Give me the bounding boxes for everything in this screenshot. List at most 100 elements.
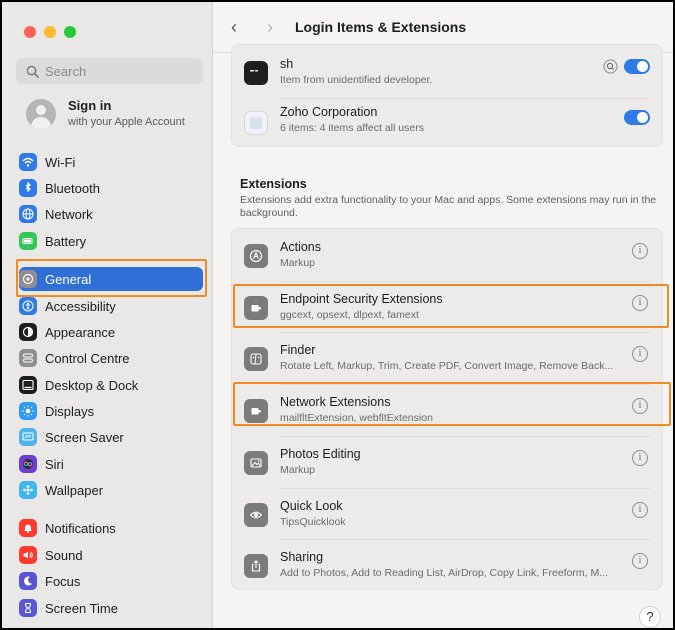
- zoom-window-button[interactable]: [64, 26, 76, 38]
- apple-account-signin[interactable]: Sign in with your Apple Account: [26, 98, 185, 130]
- search-input[interactable]: Search: [16, 58, 203, 84]
- extension-detail: Markup: [280, 257, 316, 269]
- control-centre-icon: [19, 349, 37, 367]
- zoho-app-icon: [244, 111, 268, 135]
- sun-icon: [19, 402, 37, 420]
- extension-name: Endpoint Security Extensions: [280, 291, 443, 306]
- sidebar-item-label: Accessibility: [45, 298, 116, 314]
- screen-saver-icon: [19, 428, 37, 446]
- forward-button[interactable]: ›: [267, 17, 273, 38]
- globe-icon: [19, 205, 37, 223]
- item-detail: Item from unidentified developer.: [280, 74, 433, 86]
- photos-icon: [244, 450, 268, 475]
- sidebar-item-accessibility[interactable]: Accessibility: [19, 294, 203, 318]
- close-window-button[interactable]: [24, 26, 36, 38]
- share-icon: [244, 554, 268, 579]
- terminal-icon: [244, 61, 268, 85]
- sidebar-item-appearance[interactable]: Appearance: [19, 320, 203, 344]
- info-icon[interactable]: i: [632, 501, 648, 518]
- item-detail: 6 items: 4 items affect all users: [280, 122, 424, 134]
- extension-detail: mailfltExtension, webfltExtension: [280, 412, 433, 425]
- main-pane: ‹ › Login Items & Extensions sh Item fro…: [213, 2, 673, 628]
- extension-row-photos-editing: Photos Editing Markup i: [232, 437, 662, 489]
- info-icon[interactable]: i: [632, 294, 648, 311]
- extension-icon: [244, 295, 268, 320]
- help-button[interactable]: ?: [639, 606, 661, 628]
- sidebar-item-label: Battery: [45, 233, 87, 249]
- login-item-toggle[interactable]: [624, 110, 650, 125]
- sidebar-item-network[interactable]: Network: [19, 202, 203, 226]
- sidebar-item-label: Desktop & Dock: [45, 377, 139, 393]
- sidebar-item-sound[interactable]: Sound: [19, 543, 203, 567]
- gear-icon: [19, 270, 37, 288]
- extension-name: Network Extensions: [280, 395, 391, 410]
- sidebar-item-label: Siri: [45, 456, 64, 472]
- sidebar-item-screen-saver[interactable]: Screen Saver: [19, 425, 203, 449]
- sidebar-item-label: Control Centre: [45, 350, 130, 366]
- extensions-section-description: Extensions add extra functionality to yo…: [240, 194, 657, 219]
- extension-name: Photos Editing: [280, 446, 361, 461]
- extension-detail: TipsQuicklook: [280, 515, 346, 528]
- extension-detail: Markup: [280, 463, 316, 476]
- search-placeholder: Search: [45, 63, 87, 79]
- list-item: Zoho Corporation 6 items: 4 items affect…: [232, 99, 662, 151]
- actions-icon: [244, 244, 268, 268]
- extensions-group: Actions Markup i Endpoint Security Extensio…: [231, 228, 663, 590]
- account-subtitle: with your Apple Account: [68, 116, 185, 128]
- extension-row-sharing: Sharing Add to Photos, Add to Reading Lis…: [232, 540, 662, 592]
- page-title: Login Items & Extensions: [295, 19, 467, 35]
- info-icon[interactable]: i: [632, 553, 648, 570]
- item-name: sh: [280, 57, 294, 71]
- login-item-toggle[interactable]: [624, 59, 650, 74]
- sidebar-item-label: Sound: [45, 547, 83, 563]
- sidebar-item-label: Notifications: [45, 520, 116, 536]
- sidebar-item-label: General: [45, 271, 92, 287]
- extension-name: Actions: [280, 240, 321, 254]
- sidebar-item-bluetooth[interactable]: Bluetooth: [19, 176, 203, 200]
- account-name: Sign in: [68, 98, 112, 113]
- sidebar-item-general[interactable]: General: [19, 267, 203, 291]
- sidebar-item-desktop-dock[interactable]: Desktop & Dock: [19, 373, 203, 397]
- info-icon[interactable]: i: [632, 398, 648, 415]
- minimize-window-button[interactable]: [44, 26, 56, 38]
- eye-icon: [244, 502, 268, 527]
- hourglass-icon: [19, 599, 37, 617]
- moon-icon: [19, 572, 37, 590]
- extension-row-actions: Actions Markup i: [232, 230, 662, 282]
- back-button[interactable]: ‹: [231, 17, 237, 38]
- sidebar-item-label: Focus: [45, 573, 81, 589]
- sidebar-item-focus[interactable]: Focus: [19, 569, 203, 593]
- sidebar-item-wallpaper[interactable]: Wallpaper: [19, 478, 203, 502]
- sidebar-item-screen-time[interactable]: Screen Time: [19, 596, 203, 620]
- extension-icon: [244, 399, 268, 424]
- info-icon[interactable]: i: [632, 346, 648, 363]
- sidebar-item-wi-fi[interactable]: Wi-Fi: [19, 150, 203, 174]
- finder-icon: [244, 347, 268, 372]
- sidebar-item-label: Network: [45, 206, 93, 222]
- info-icon[interactable]: i: [632, 449, 648, 466]
- info-icon[interactable]: i: [632, 243, 648, 259]
- extension-name: Quick Look: [280, 498, 343, 513]
- extension-detail: Rotate Left, Markup, Trim, Create PDF, C…: [280, 360, 614, 373]
- list-item: sh Item from unidentified developer.: [232, 47, 662, 99]
- sidebar: Search Sign in with your Apple Account W…: [2, 2, 213, 628]
- avatar: [26, 99, 56, 129]
- sidebar-item-label: Wi-Fi: [45, 154, 76, 170]
- extension-name: Finder: [280, 343, 316, 358]
- sidebar-item-battery[interactable]: Battery: [19, 229, 203, 253]
- extension-row-quick-look: Quick Look TipsQuicklook i: [232, 489, 662, 541]
- sidebar-item-label: Displays: [45, 403, 95, 419]
- search-icon: [26, 65, 39, 78]
- sidebar-item-label: Wallpaper: [45, 482, 104, 498]
- wifi-icon: [19, 153, 37, 171]
- sidebar-item-displays[interactable]: Displays: [19, 399, 203, 423]
- sidebar-item-control-centre[interactable]: Control Centre: [19, 346, 203, 370]
- speaker-icon: [19, 546, 37, 564]
- sidebar-item-notifications[interactable]: Notifications: [19, 516, 203, 540]
- dock-icon: [19, 376, 37, 394]
- extensions-section-title: Extensions: [240, 177, 307, 191]
- window-controls: [24, 26, 76, 38]
- magnify-info-icon[interactable]: [603, 59, 618, 74]
- extension-detail: Add to Photos, Add to Reading List, AirD…: [280, 567, 608, 580]
- sidebar-item-siri[interactable]: Siri: [19, 452, 203, 476]
